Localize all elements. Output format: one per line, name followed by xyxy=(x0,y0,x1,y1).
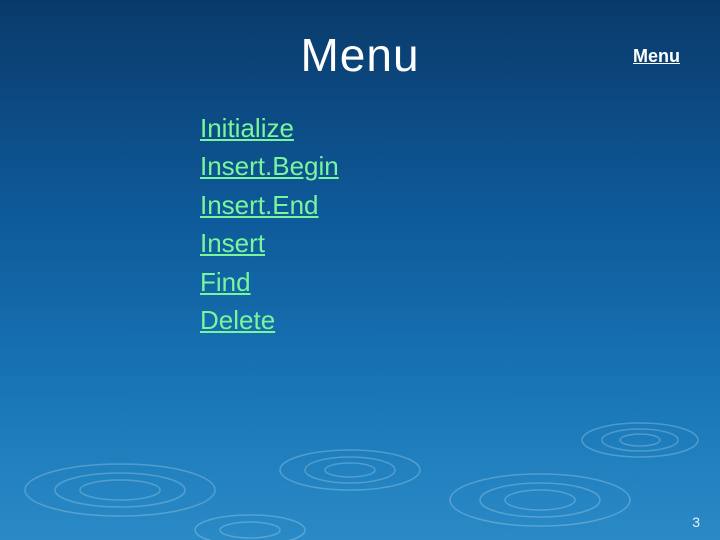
menu-item-initialize[interactable]: Initialize xyxy=(200,110,339,146)
ripple-decoration xyxy=(0,340,720,540)
slide: Menu Menu Initialize Insert.Begin Insert… xyxy=(0,0,720,540)
menu-list: Initialize Insert.Begin Insert.End Inser… xyxy=(200,110,339,340)
menu-item-insert-begin[interactable]: Insert.Begin xyxy=(200,148,339,184)
page-title: Menu xyxy=(0,28,720,82)
menu-item-insert-end[interactable]: Insert.End xyxy=(200,187,339,223)
menu-item-delete[interactable]: Delete xyxy=(200,302,339,338)
menu-item-insert[interactable]: Insert xyxy=(200,225,339,261)
menu-link[interactable]: Menu xyxy=(633,46,680,67)
page-number: 3 xyxy=(692,514,700,530)
menu-item-find[interactable]: Find xyxy=(200,264,339,300)
